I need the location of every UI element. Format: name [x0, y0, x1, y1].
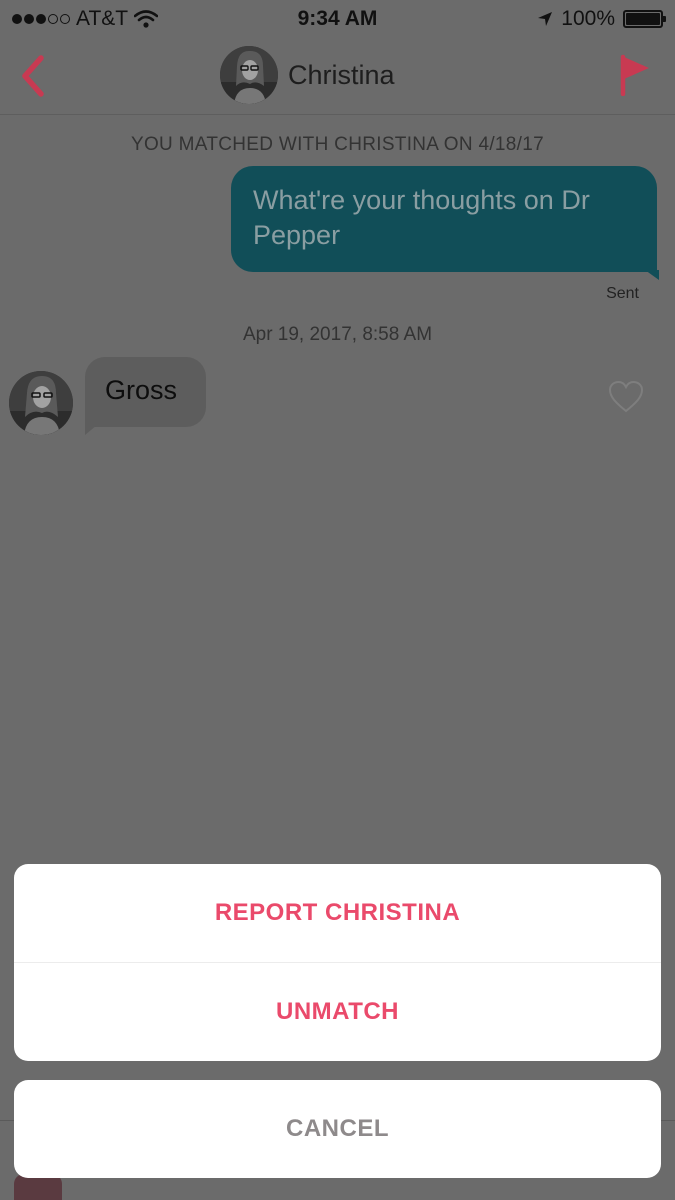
- cancel-button[interactable]: CANCEL: [14, 1080, 661, 1178]
- contact-name[interactable]: Christina: [288, 60, 395, 91]
- contact-header[interactable]: Christina: [220, 44, 395, 106]
- outgoing-message-text: What're your thoughts on Dr Pepper: [253, 185, 590, 250]
- chevron-left-icon: [22, 55, 44, 97]
- outgoing-message-bubble[interactable]: What're your thoughts on Dr Pepper: [231, 166, 659, 280]
- incoming-message-bubble[interactable]: Gross: [85, 357, 206, 435]
- unmatch-button[interactable]: UNMATCH: [14, 963, 661, 1061]
- incoming-message-text: Gross: [105, 375, 178, 405]
- message-timestamp: Apr 19, 2017, 8:58 AM: [242, 324, 433, 345]
- status-bar: AT&T 9:34 AM 100%: [0, 0, 675, 38]
- avatar[interactable]: [9, 371, 73, 435]
- flag-icon: [620, 54, 649, 97]
- report-flag-button[interactable]: [619, 54, 651, 97]
- like-message-button[interactable]: [608, 380, 644, 414]
- chat-header: Christina: [0, 38, 675, 115]
- heart-outline-icon: [608, 380, 644, 413]
- back-button[interactable]: [14, 52, 54, 100]
- battery-percent: 100%: [561, 7, 615, 30]
- action-sheet: REPORT CHRISTINA UNMATCH: [14, 864, 661, 1061]
- profile-photo: [9, 371, 73, 435]
- status-right-group: 100%: [537, 7, 666, 31]
- sent-status: Sent: [606, 285, 639, 302]
- bubble-tail: [645, 270, 659, 280]
- match-note: YOU MATCHED WITH CHRISTINA ON 4/18/17: [131, 134, 544, 155]
- battery-nub: [663, 16, 666, 22]
- battery-icon: [623, 10, 666, 28]
- profile-photo: [220, 46, 278, 104]
- avatar[interactable]: [220, 46, 278, 104]
- report-button[interactable]: REPORT CHRISTINA: [14, 864, 661, 962]
- location-arrow-icon: [538, 12, 553, 26]
- battery-fill: [626, 13, 660, 25]
- bubble-tail: [85, 425, 97, 435]
